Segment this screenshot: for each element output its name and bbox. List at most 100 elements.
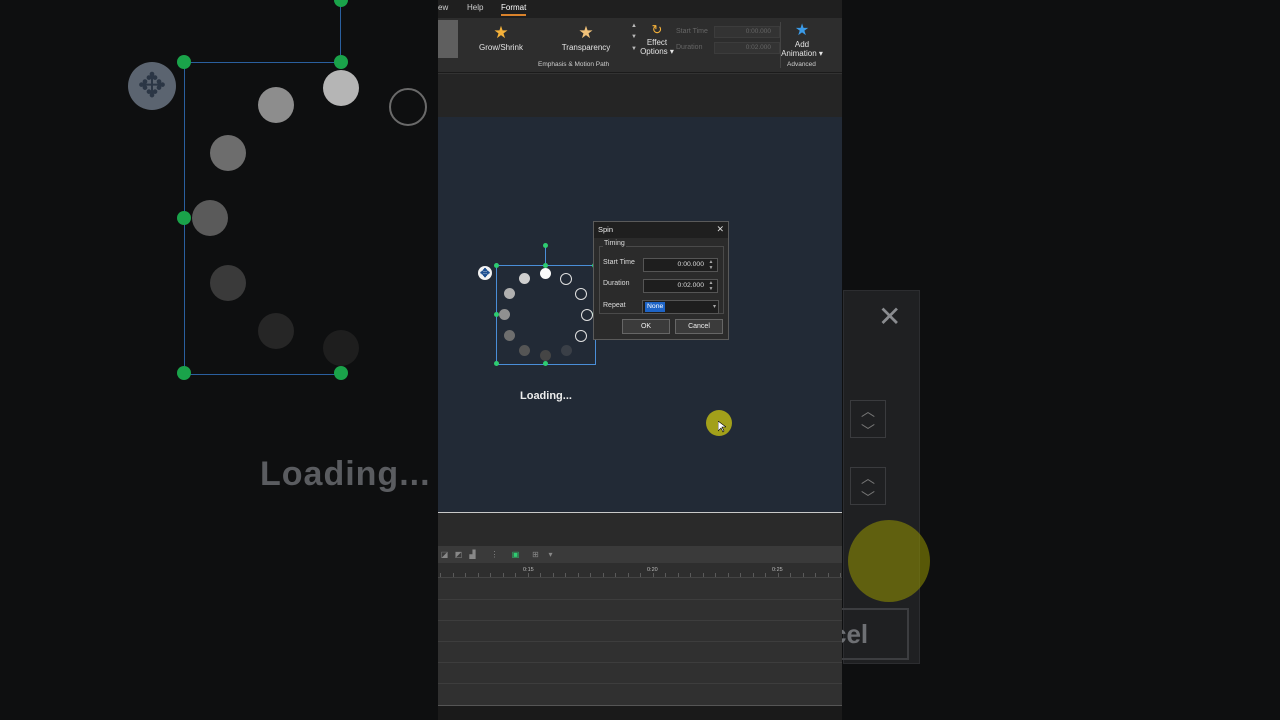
- ruler-minor-tick: [715, 573, 716, 577]
- effect-options-label-2: Options: [640, 47, 668, 56]
- bg-move-icon: ✥: [128, 62, 176, 110]
- ruler-minor-tick: [490, 573, 491, 577]
- resize-handle[interactable]: [494, 263, 499, 268]
- bg-spinner-ring: [389, 88, 427, 126]
- start-time-input[interactable]: 0:00.000: [714, 26, 780, 38]
- ruler-minor-tick: [440, 573, 441, 577]
- menu-help[interactable]: Help: [467, 3, 483, 12]
- timeline-tool-icon[interactable]: ◪: [440, 550, 449, 559]
- effect-options-label-1: Effect: [646, 38, 668, 47]
- ruler-minor-tick: [652, 573, 654, 577]
- move-icon[interactable]: ✥: [478, 266, 492, 280]
- duration-input[interactable]: 0:02.000: [714, 42, 780, 54]
- track-line: [438, 641, 842, 642]
- ruler-minor-tick: [602, 573, 604, 577]
- spinner-dot: [519, 273, 530, 284]
- bg-handle: [334, 55, 348, 69]
- add-animation-icon: ★: [794, 22, 810, 39]
- cursor-icon: [718, 421, 726, 433]
- bg-spinner-dot: [192, 200, 228, 236]
- ruler-minor-tick: [840, 573, 841, 577]
- spinner-dot: [504, 330, 515, 341]
- ruler-minor-tick: [702, 573, 704, 577]
- animation-gallery-edge: [438, 20, 458, 58]
- ruler-minor-tick: [815, 573, 816, 577]
- timeline-ruler: 0:15 0:20 0:25: [438, 563, 842, 578]
- rotation-line: [545, 245, 546, 265]
- ruler-minor-tick: [690, 573, 691, 577]
- repeat-label: Repeat: [603, 302, 626, 309]
- ruler-minor-tick: [802, 573, 804, 577]
- ruler-minor-tick: [540, 573, 541, 577]
- bg-spinner-dot: [258, 87, 294, 123]
- resize-handle[interactable]: [543, 361, 548, 366]
- spin-dialog: Spin ✕ Timing Start Time 0:00.000 ▲ ▼ Dur…: [593, 221, 729, 340]
- ruler-minor-tick: [665, 573, 666, 577]
- ruler-minor-tick: [565, 573, 566, 577]
- rotation-handle[interactable]: [543, 243, 548, 248]
- dialog-title: Spin: [598, 225, 614, 234]
- bg-handle: [334, 366, 348, 380]
- spinner-dot: [540, 350, 551, 361]
- ruler-minor-tick: [502, 573, 504, 577]
- track-line: [438, 599, 842, 600]
- repeat-selected-value: None: [645, 302, 666, 312]
- grid-icon[interactable]: ⊞: [531, 550, 540, 559]
- bg-loading-text: Loading...: [260, 455, 431, 493]
- ruler-minor-tick: [790, 573, 791, 577]
- timing-group-label: Timing: [603, 240, 626, 247]
- ruler-minor-tick: [752, 573, 754, 577]
- ruler-minor-tick: [590, 573, 591, 577]
- dropdown-arrow-icon[interactable]: ▾: [713, 301, 716, 313]
- toolbar-strip: [438, 73, 842, 118]
- timeline-toolbar: ◪ ◩ ▟ ⋮ ▣ ⊞ ▾: [438, 546, 842, 564]
- track-line: [438, 662, 842, 663]
- spinner-dot: [504, 288, 515, 299]
- chart-icon[interactable]: ▟: [468, 550, 477, 559]
- transparency-button[interactable]: ★ Transparency: [558, 23, 614, 52]
- timeline-tracks[interactable]: [438, 578, 842, 705]
- presentation-app: ew Help Format ★ Grow/Shrink ★ Transpare…: [438, 0, 842, 720]
- start-time-stepper[interactable]: 0:00.000 ▲ ▼: [643, 258, 718, 272]
- ruler-minor-tick: [640, 573, 641, 577]
- duration-stepper[interactable]: 0:02.000 ▲ ▼: [643, 279, 718, 293]
- ruler-minor-tick: [515, 573, 516, 577]
- ruler-minor-tick: [452, 573, 454, 577]
- menu-format[interactable]: Format: [501, 3, 527, 16]
- repeat-select[interactable]: None ▾: [642, 300, 719, 314]
- bg-cursor-highlight: [848, 520, 930, 602]
- add-animation-button[interactable]: ★ Add Animation ▾: [780, 21, 824, 58]
- effect-options-button[interactable]: ↻ Effect Options ▾: [638, 21, 676, 56]
- start-time-label: Start Time: [676, 28, 708, 35]
- cancel-button[interactable]: Cancel: [675, 319, 723, 334]
- bg-spinner-dot: [323, 70, 359, 106]
- gallery-more-icon[interactable]: ▼: [631, 46, 637, 52]
- ok-button[interactable]: OK: [622, 319, 670, 334]
- chevron-down-icon[interactable]: ▾: [546, 550, 555, 559]
- bg-spinner-dot: [210, 135, 246, 171]
- close-icon[interactable]: ✕: [716, 224, 724, 235]
- resize-handle[interactable]: [494, 361, 499, 366]
- spinner-ring: [581, 309, 593, 321]
- gallery-up-icon[interactable]: ▲: [631, 23, 637, 29]
- timeline-tool-icon[interactable]: ⋮: [490, 550, 499, 559]
- dialog-titlebar: Spin ✕: [594, 222, 728, 238]
- timeline-tool-icon[interactable]: ◩: [454, 550, 463, 559]
- spinner-ring: [575, 330, 587, 342]
- notes-area: [438, 513, 842, 546]
- spin-arrows-icon[interactable]: ▲ ▼: [707, 259, 715, 271]
- menu-view-partial[interactable]: ew: [438, 3, 448, 12]
- group-label-advanced: Advanced: [787, 61, 816, 68]
- bg-spin-arrows-icon: ︿ ﹀: [850, 400, 886, 439]
- grow-shrink-button[interactable]: ★ Grow/Shrink: [478, 23, 524, 52]
- timeline-view-icon[interactable]: ▣: [511, 550, 520, 559]
- ruler-minor-tick: [477, 573, 479, 577]
- bg-rotation-line: [340, 0, 341, 62]
- spinner-dot: [499, 309, 510, 320]
- ribbon: ★ Grow/Shrink ★ Transparency ▲ ▼ ▼ ↻ Eff…: [438, 18, 842, 73]
- spinner-ring: [560, 273, 572, 285]
- bg-close-icon: ✕: [878, 301, 902, 332]
- gallery-down-icon[interactable]: ▼: [631, 34, 637, 40]
- spin-arrows-icon[interactable]: ▲ ▼: [707, 280, 715, 292]
- ruler-minor-tick: [765, 573, 766, 577]
